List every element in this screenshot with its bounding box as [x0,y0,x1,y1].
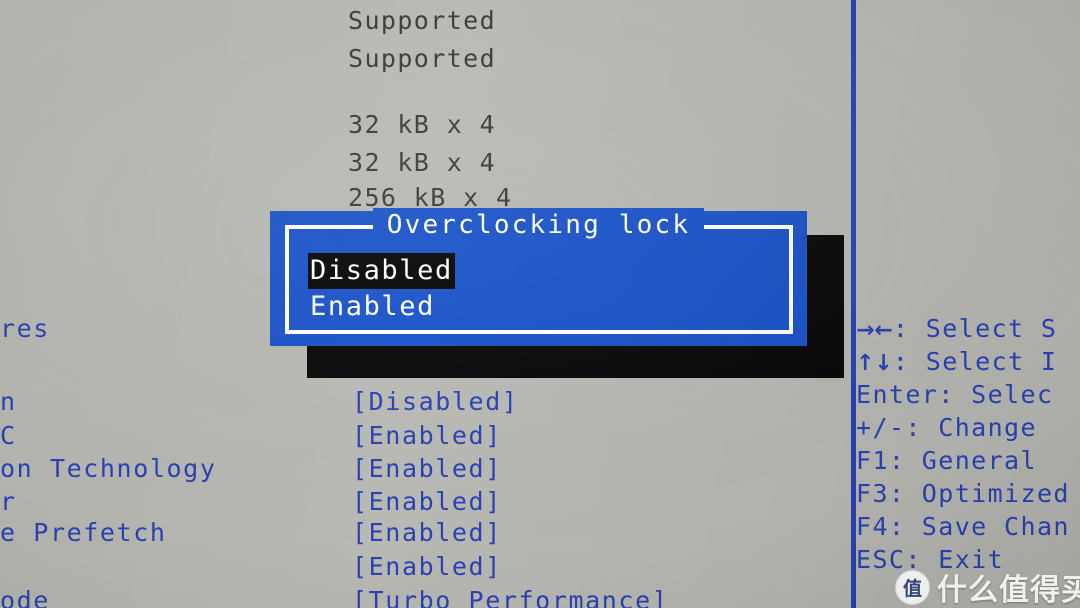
setup-item-value[interactable]: [Enabled] [352,423,502,448]
setup-item-label[interactable]: n [0,389,17,414]
help-line-text: : Select I [892,347,1058,376]
setup-item-value[interactable]: [Turbo Performance] [352,588,668,608]
help-line-text: F4: Save Chan [856,512,1070,541]
dialog-option-list: Disabled Enabled [308,253,455,325]
setup-item-value[interactable]: [Disabled] [352,389,519,414]
setup-item-label[interactable]: on Technology [0,456,216,481]
help-line-f1: F1: General [856,444,1080,477]
watermark-text: 什么值得买 [937,573,1080,608]
help-line-text: F1: General [856,446,1054,475]
dialog-option-row[interactable]: Disabled [308,253,455,289]
left-right-arrow-icon: →← [856,318,893,343]
help-line-plus-minus: +/-: Change [856,411,1080,444]
up-down-arrow-icon: ↑↓ [856,351,893,376]
dialog-option-row[interactable]: Enabled [308,289,455,325]
help-line-f4: F4: Save Chan [856,510,1080,543]
help-line-text: : Select S [892,314,1058,343]
system-info-row: 32 kB x 4 [348,148,497,177]
system-info-row: 256 kB x 4 [348,183,513,212]
setup-item-label[interactable]: ode [0,588,50,608]
help-line-text: +/-: Change [856,413,1054,442]
setup-item-value[interactable]: [Enabled] [352,520,502,545]
setup-item-label[interactable]: res [0,316,50,341]
dialog-option-disabled[interactable]: Disabled [308,253,455,289]
help-line-text: Enter: Selec [856,380,1054,409]
help-line-f3: F3: Optimized [856,477,1080,510]
help-line-select-item: ↑↓: Select I [856,345,1080,378]
overclocking-lock-dialog[interactable]: Overclocking lock Disabled Enabled [270,208,807,346]
help-line-enter: Enter: Selec [856,378,1080,411]
help-line-select-screen: →←: Select S [856,312,1080,345]
setup-item-value[interactable]: [Enabled] [352,554,502,579]
setup-item-label[interactable]: r [0,489,17,514]
system-info-row: Supported [348,44,497,73]
dialog-option-enabled[interactable]: Enabled [308,289,437,325]
help-line-text: F3: Optimized [856,479,1070,508]
setup-item-value[interactable]: [Enabled] [352,489,502,514]
key-legend-panel: →←: Select S ↑↓: Select I Enter: Selec +… [856,312,1080,576]
bios-setup-screen: Supported Supported 32 kB x 4 32 kB x 4 … [0,0,1080,608]
setup-item-label[interactable]: e Prefetch [0,520,167,545]
setup-item-value[interactable]: [Enabled] [352,456,502,481]
system-info-row: Supported [348,6,497,35]
watermark: 值 什么值得买 [896,565,1080,608]
watermark-logo-icon: 值 [896,570,929,604]
system-info-row: 32 kB x 4 [348,110,497,139]
setup-item-label[interactable]: C [0,423,17,448]
